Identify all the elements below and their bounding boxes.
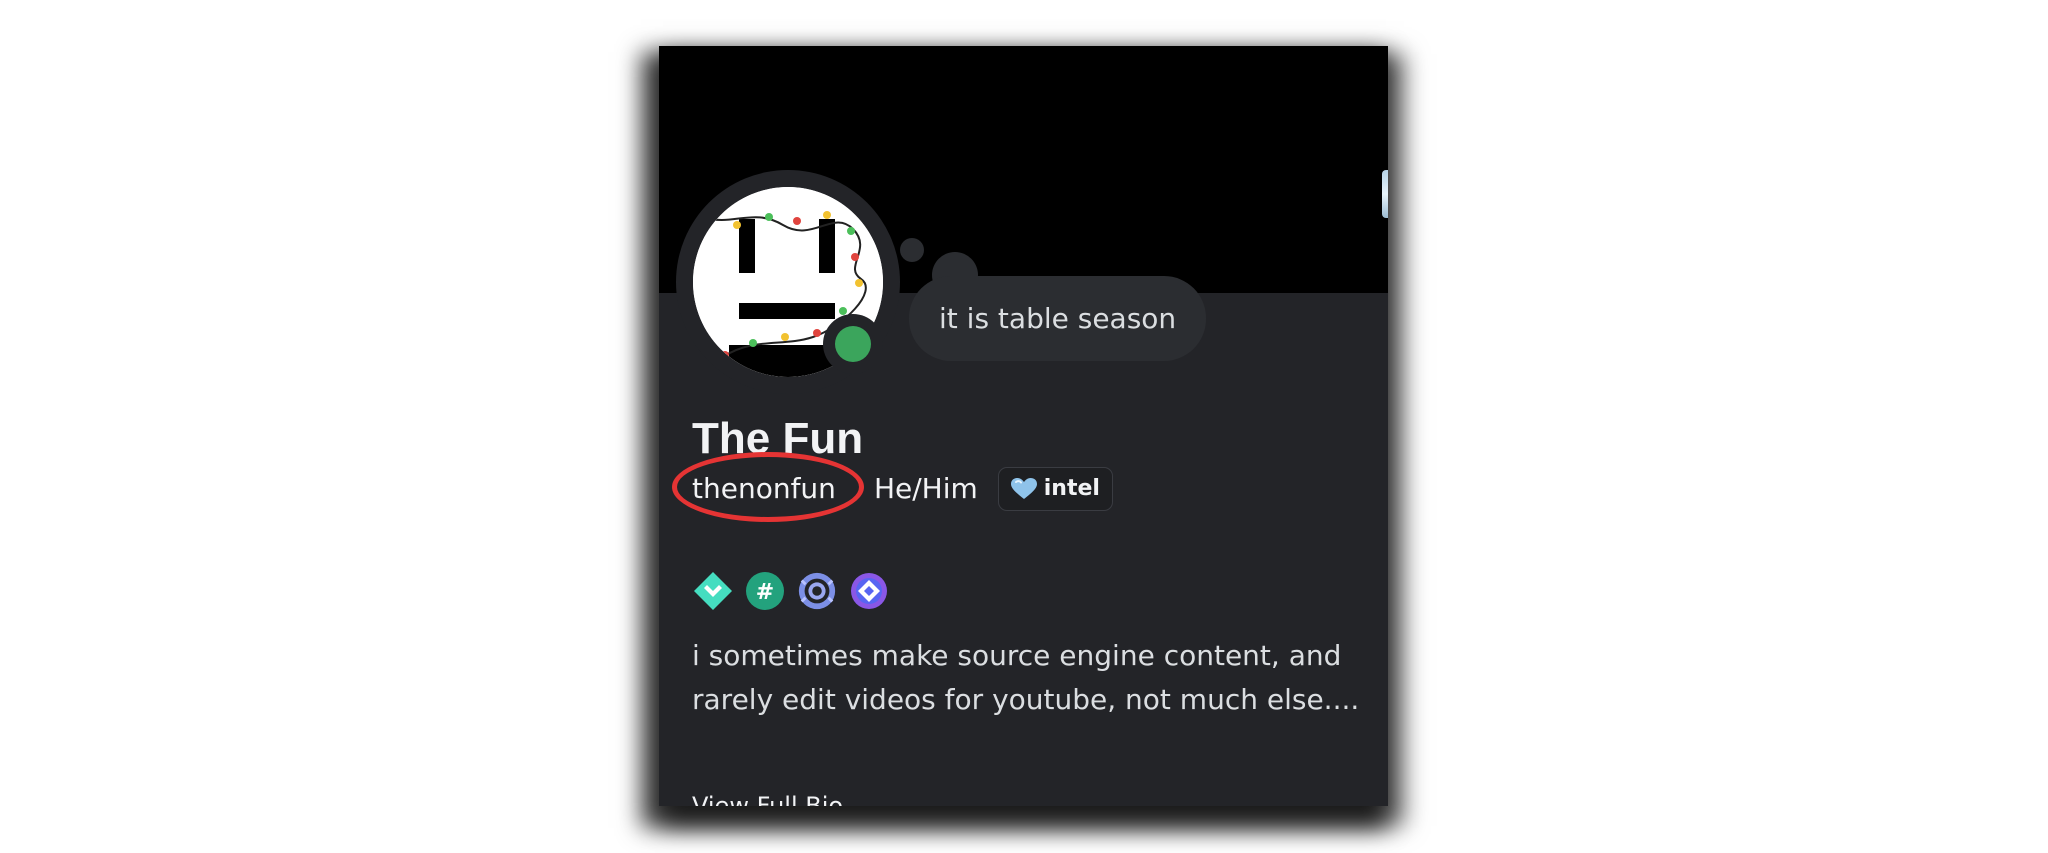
svg-text:#: # xyxy=(756,580,774,605)
user-profile-popout: it is table season The Fun thenonfun He/… xyxy=(659,46,1388,806)
clan-tag[interactable]: intel xyxy=(997,467,1113,511)
username-row: thenonfun He/Him intel xyxy=(672,452,1113,522)
thought-bubble-dot xyxy=(900,238,924,262)
quest-badge-icon[interactable] xyxy=(848,570,890,612)
badge-list: # xyxy=(692,569,900,613)
view-full-bio-link[interactable]: View Full Bio xyxy=(692,790,843,806)
custom-status-bubble: it is table season xyxy=(909,276,1207,361)
nitro-laurel-badge-icon[interactable] xyxy=(796,570,838,612)
banner-edge-decoration xyxy=(1382,170,1388,218)
username[interactable]: thenonfun xyxy=(672,452,864,522)
highlight-circle-annotation xyxy=(672,452,864,522)
clan-tag-label: intel xyxy=(1043,476,1100,501)
bio-text: i sometimes make source engine content, … xyxy=(692,639,1360,716)
pronouns: He/Him xyxy=(873,472,978,505)
online-status-indicator xyxy=(835,326,871,362)
hypesquad-balance-icon[interactable] xyxy=(692,570,734,612)
hashtag-badge-icon[interactable]: # xyxy=(744,570,786,612)
heart-icon xyxy=(1010,478,1037,500)
screenshot-stage: it is table season The Fun thenonfun He/… xyxy=(0,0,2048,853)
